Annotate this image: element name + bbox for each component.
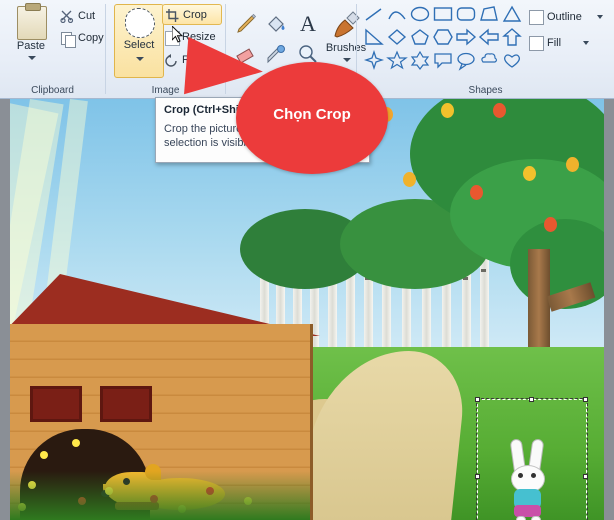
color-picker-icon[interactable] bbox=[264, 42, 288, 66]
callout-bubble: Chọn Crop bbox=[236, 62, 388, 174]
flower bbox=[40, 451, 48, 459]
clipboard-group-label: Clipboard bbox=[31, 85, 74, 96]
shape-right-triangle[interactable] bbox=[363, 27, 385, 48]
shape-cloud-callout[interactable] bbox=[478, 50, 500, 71]
freeform-select-icon bbox=[125, 8, 155, 38]
chevron-down-icon[interactable] bbox=[136, 57, 144, 61]
fill-with-color-icon[interactable] bbox=[264, 12, 288, 36]
house-window bbox=[100, 386, 152, 422]
shape-diamond[interactable] bbox=[386, 27, 408, 48]
outline-button[interactable]: Outline bbox=[527, 6, 614, 28]
fruit bbox=[441, 103, 454, 118]
crop-label: Crop bbox=[183, 9, 207, 21]
fill-button[interactable]: Fill bbox=[527, 32, 614, 54]
paint-window: Paste Cut Copy Clipboard Select Crop Res… bbox=[0, 0, 614, 520]
shape-rectangle[interactable] bbox=[432, 4, 454, 25]
flower bbox=[72, 439, 80, 447]
mouse-cursor-icon bbox=[171, 24, 184, 44]
chevron-down-icon[interactable] bbox=[28, 56, 36, 60]
crop-icon bbox=[166, 9, 179, 22]
svg-text:A: A bbox=[300, 11, 316, 36]
outline-icon bbox=[529, 10, 544, 25]
chevron-down-icon[interactable] bbox=[583, 41, 589, 45]
selection-handle[interactable] bbox=[475, 474, 480, 479]
fruit bbox=[566, 157, 579, 172]
house-window bbox=[30, 386, 82, 422]
clipboard-icon bbox=[17, 3, 47, 40]
fruit bbox=[470, 185, 483, 200]
chevron-down-icon[interactable] bbox=[343, 58, 351, 62]
shapes-group-label: Shapes bbox=[468, 85, 503, 96]
shape-right-arrow[interactable] bbox=[455, 27, 477, 48]
paste-label: Paste bbox=[16, 40, 46, 52]
selection-rectangle[interactable] bbox=[475, 397, 588, 520]
selection-handle[interactable] bbox=[529, 397, 534, 402]
scissors-icon bbox=[60, 9, 74, 24]
paste-button[interactable]: Paste bbox=[8, 3, 54, 72]
select-label: Select bbox=[123, 39, 155, 51]
shapes-gallery[interactable] bbox=[363, 4, 522, 74]
shape-hexagon[interactable] bbox=[432, 27, 454, 48]
shape-five-point-star[interactable] bbox=[386, 50, 408, 71]
selection-handle[interactable] bbox=[583, 397, 588, 402]
fruit bbox=[403, 172, 416, 187]
fill-icon bbox=[529, 36, 544, 51]
shape-polygon[interactable] bbox=[478, 4, 500, 25]
copy-label: Copy bbox=[78, 32, 104, 44]
selection-handle[interactable] bbox=[475, 397, 480, 402]
selection-handle[interactable] bbox=[583, 474, 588, 479]
shape-four-point-star[interactable] bbox=[363, 49, 385, 71]
shape-rounded-rectangle[interactable] bbox=[455, 4, 477, 25]
copy-icon bbox=[61, 32, 76, 48]
crop-button[interactable]: Crop bbox=[162, 4, 222, 25]
cut-label: Cut bbox=[78, 10, 96, 22]
text-icon[interactable]: A bbox=[296, 10, 320, 36]
grass-foreground bbox=[10, 471, 310, 520]
fill-label: Fill bbox=[547, 37, 562, 49]
shape-up-arrow[interactable] bbox=[501, 27, 523, 48]
shape-triangle[interactable] bbox=[501, 4, 523, 25]
select-button[interactable]: Select bbox=[114, 4, 164, 78]
fruit bbox=[493, 103, 506, 118]
shape-rounded-rectangular-callout[interactable] bbox=[432, 50, 454, 71]
outline-label: Outline bbox=[547, 11, 582, 23]
shape-left-arrow[interactable] bbox=[478, 27, 500, 48]
fruit bbox=[523, 166, 536, 181]
shape-line[interactable] bbox=[363, 4, 385, 25]
shape-curve[interactable] bbox=[386, 4, 408, 25]
chevron-down-icon[interactable] bbox=[597, 15, 603, 19]
fruit bbox=[544, 217, 557, 232]
shape-six-point-star[interactable] bbox=[409, 50, 431, 71]
callout-label: Chọn Crop bbox=[273, 106, 351, 123]
shape-oval[interactable] bbox=[409, 4, 431, 25]
shape-oval-callout[interactable] bbox=[455, 50, 477, 71]
ribbon-group-shapes: Outline Fill Shapes bbox=[357, 0, 614, 98]
shape-heart[interactable] bbox=[501, 50, 523, 71]
shape-pentagon[interactable] bbox=[409, 27, 431, 48]
ribbon-group-clipboard: Paste Cut Copy Clipboard bbox=[0, 0, 105, 98]
